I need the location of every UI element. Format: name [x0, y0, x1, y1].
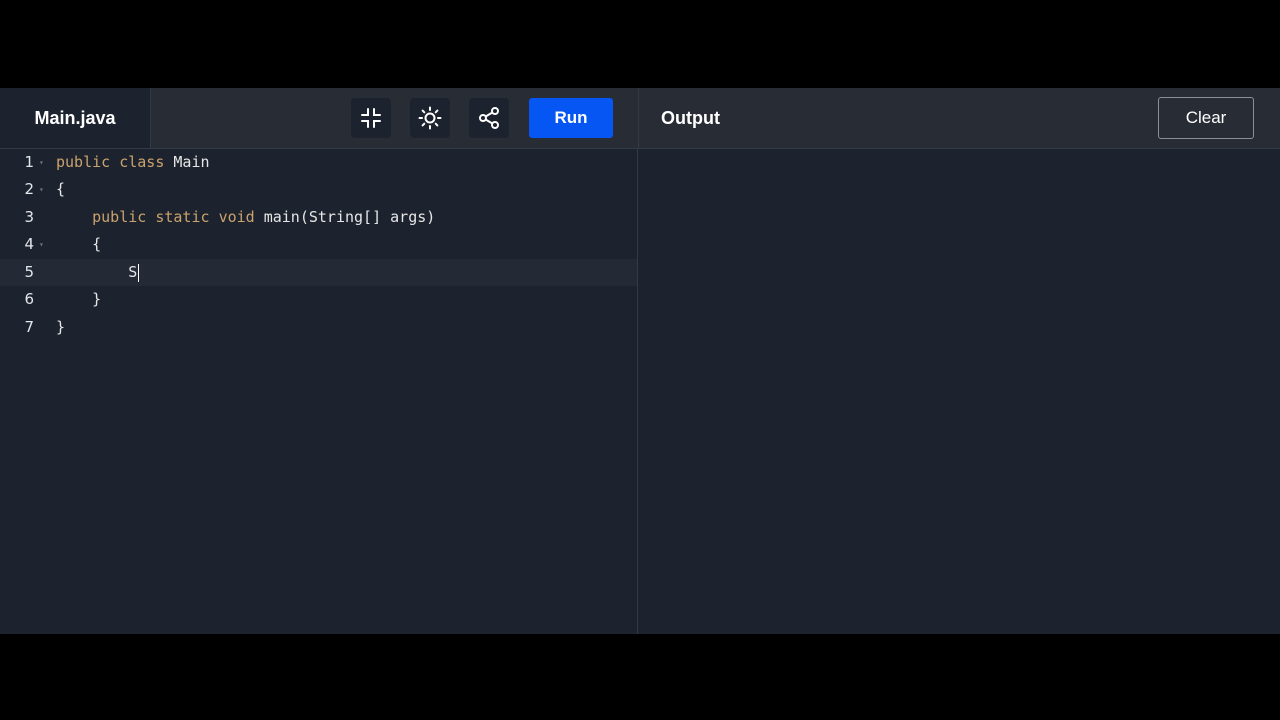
code-token: static	[155, 208, 210, 226]
code-editor-app: Main.java Run Output Clear 1 ▾ public cl…	[0, 88, 1280, 634]
line-number: 6	[24, 290, 34, 308]
fold-arrow-icon[interactable]: ▾	[39, 149, 44, 176]
code-line-5-active[interactable]: 5 S	[0, 259, 637, 286]
compress-icon	[361, 108, 381, 128]
code-text: {	[56, 176, 65, 203]
run-button[interactable]: Run	[529, 98, 613, 138]
code-text: }	[56, 314, 65, 341]
pane-divider	[638, 88, 639, 148]
code-line-4[interactable]: 4 ▾ {	[0, 231, 637, 258]
code-token: {	[56, 235, 102, 253]
code-token: class	[119, 153, 165, 171]
line-number: 4	[24, 235, 34, 253]
line-number: 3	[24, 208, 34, 226]
share-button[interactable]	[469, 98, 509, 138]
line-number: 1	[24, 153, 34, 171]
code-token: public	[56, 153, 111, 171]
code-token: }	[56, 290, 102, 308]
code-line-7[interactable]: 7 }	[0, 314, 637, 341]
fold-arrow-icon[interactable]: ▾	[39, 176, 44, 203]
code-token: public	[92, 208, 147, 226]
code-editor[interactable]: 1 ▾ public class Main 2 ▾ { 3 public sta…	[0, 149, 638, 634]
code-text: public class Main	[56, 149, 210, 176]
toolbar: Main.java Run Output Clear	[0, 88, 1280, 149]
line-number: 5	[24, 263, 34, 281]
code-token: main(String[] args)	[254, 208, 436, 226]
clear-button[interactable]: Clear	[1158, 97, 1254, 139]
code-token: S	[56, 263, 138, 281]
output-pane	[639, 149, 1280, 634]
code-text: public static void main(String[] args)	[56, 204, 435, 231]
line-number: 2	[24, 180, 34, 198]
theme-toggle-button[interactable]	[410, 98, 450, 138]
code-text: {	[56, 231, 101, 258]
output-title: Output	[661, 107, 720, 128]
code-text: }	[56, 286, 101, 313]
file-tab-main-java[interactable]: Main.java	[0, 88, 151, 148]
run-button-label: Run	[554, 108, 588, 127]
share-icon	[479, 107, 499, 129]
code-line-1[interactable]: 1 ▾ public class Main	[0, 149, 637, 176]
line-number: 7	[24, 318, 34, 336]
fold-arrow-icon[interactable]: ▾	[39, 231, 44, 258]
code-token: }	[56, 318, 66, 336]
code-token: void	[218, 208, 255, 226]
clear-button-label: Clear	[1185, 108, 1227, 127]
code-token: Main	[164, 153, 210, 171]
exit-fullscreen-button[interactable]	[351, 98, 391, 138]
file-tab-label: Main.java	[34, 107, 116, 128]
sun-icon	[418, 106, 442, 130]
code-text: S	[56, 259, 140, 286]
code-token: {	[56, 180, 66, 198]
code-line-2[interactable]: 2 ▾ {	[0, 176, 637, 203]
text-cursor	[138, 263, 140, 282]
code-line-3[interactable]: 3 public static void main(String[] args)	[0, 204, 637, 231]
code-line-6[interactable]: 6 }	[0, 286, 637, 313]
